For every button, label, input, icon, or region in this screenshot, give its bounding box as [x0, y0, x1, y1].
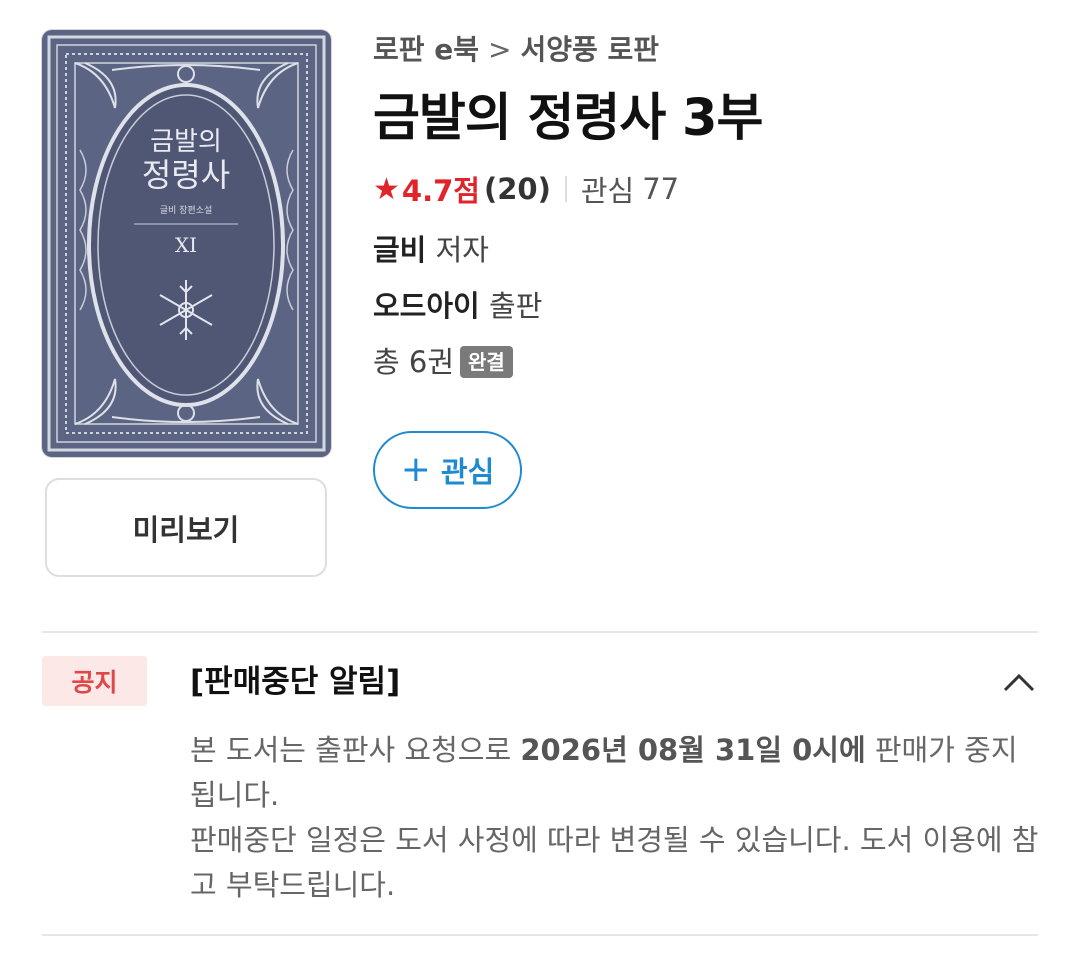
publisher-row: 오드아이 출판: [373, 278, 1053, 334]
cover-title-line2: 정령사: [142, 156, 230, 194]
status-badge: 완결: [460, 346, 513, 378]
breadcrumb: 로판 e북 > 서양풍 로판: [373, 30, 1053, 70]
breadcrumb-category[interactable]: 로판 e북: [373, 33, 479, 66]
rating-score[interactable]: 4.7점: [402, 168, 480, 210]
publisher-name[interactable]: 오드아이: [373, 289, 480, 323]
cover-title-line1: 금발의: [150, 127, 222, 157]
interest-label: 관심: [580, 174, 635, 208]
favorite-label: 관심: [440, 455, 495, 489]
chevron-up-icon[interactable]: [1000, 666, 1038, 696]
breadcrumb-subcategory[interactable]: 서양풍 로판: [521, 33, 660, 66]
cover-subtitle: 글비 장편소설: [160, 204, 213, 216]
notice-paragraph-1: 본 도서는 출판사 요청으로 2026년 08월 31일 0시에 판매가 중지됩…: [190, 733, 1018, 812]
volume-count: 총 6권: [373, 345, 455, 379]
author-role: 저자: [435, 233, 489, 267]
plus-icon: +: [400, 449, 431, 490]
notice-paragraph-2: 판매중단 일정은 도서 사정에 따라 변경될 수 있습니다. 도서 이용에 참고…: [190, 823, 1039, 902]
interest-count: 77: [642, 172, 680, 206]
add-favorite-button[interactable]: + 관심: [373, 431, 522, 509]
cover-volume: XI: [175, 233, 197, 257]
author-row: 글비 저자: [373, 222, 1053, 278]
notice-date: 2026년 08월 31일 0시에: [520, 733, 866, 767]
book-info: 로판 e북 > 서양풍 로판 금발의 정령사 3부 ★ 4.7점 (20) 관심 7…: [373, 30, 1053, 390]
volumes-row: 총 6권 완결: [373, 334, 1053, 390]
notice-body: 본 도서는 출판사 요청으로 2026년 08월 31일 0시에 판매가 중지됩…: [190, 728, 1040, 908]
breadcrumb-separator: >: [488, 33, 512, 66]
publisher-role: 출판: [488, 289, 543, 323]
notice-title: [판매중단 알림]: [190, 664, 401, 700]
divider: [564, 176, 567, 202]
star-icon: ★: [373, 171, 400, 207]
section-divider: [42, 934, 1038, 936]
section-divider: [42, 631, 1038, 633]
author-name[interactable]: 글비: [373, 233, 426, 267]
preview-button[interactable]: 미리보기: [45, 478, 327, 577]
rating-row: ★ 4.7점 (20) 관심 77: [373, 168, 1053, 210]
notice-badge: 공지: [42, 656, 147, 706]
book-cover[interactable]: 금발의 정령사 글비 장편소설 XI: [42, 30, 331, 457]
book-title: 금발의 정령사 3부: [373, 89, 763, 148]
rating-count[interactable]: (20): [484, 172, 551, 206]
